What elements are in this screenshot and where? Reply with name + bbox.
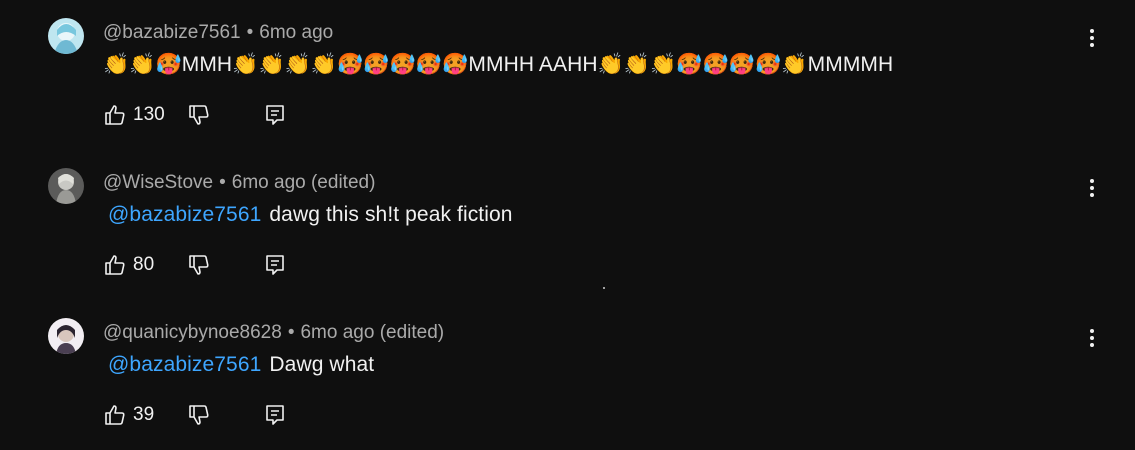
reply-icon[interactable]	[263, 403, 287, 427]
comment-text: @bazabize7561 Dawg what	[108, 353, 374, 377]
avatar[interactable]	[48, 18, 84, 54]
comment-actions: 130	[103, 102, 287, 128]
mention-link[interactable]: @bazabize7561	[108, 353, 261, 376]
comment-time[interactable]: 6mo ago (edited)	[232, 172, 376, 193]
comment-item: @WiseStove • 6mo ago (edited) @bazabize756…	[0, 150, 1135, 300]
like-count: 130	[133, 104, 165, 125]
screen-speck	[603, 287, 605, 289]
comment-item: @quanicybynoe8628 • 6mo ago (edited) @baza…	[0, 300, 1135, 450]
meta-separator: •	[287, 322, 295, 343]
thumbs-down-icon[interactable]	[187, 103, 211, 127]
thumbs-down-icon[interactable]	[187, 403, 211, 427]
more-vert-icon[interactable]	[1082, 176, 1102, 200]
avatar[interactable]	[48, 318, 84, 354]
like-count: 39	[133, 404, 155, 425]
comment-text: @bazabize7561 dawg this sh!t peak fiction	[108, 203, 513, 227]
comment-body: dawg this sh!t peak fiction	[269, 203, 513, 226]
comment-item: @bazabize7561 • 6mo ago 👏👏🥵MMH👏👏👏👏🥵🥵🥵🥵🥵MMH…	[0, 0, 1135, 150]
comment-text: 👏👏🥵MMH👏👏👏👏🥵🥵🥵🥵🥵MMHH AAHH👏👏👏🥵🥵🥵🥵👏MMMMH	[103, 53, 893, 77]
comment-time[interactable]: 6mo ago (edited)	[300, 322, 444, 343]
thumbs-up-icon[interactable]	[103, 403, 127, 427]
author-name[interactable]: @quanicybynoe8628	[103, 322, 282, 343]
meta-separator: •	[219, 172, 226, 193]
meta-separator: •	[246, 22, 254, 43]
author-name[interactable]: @WiseStove	[103, 172, 213, 193]
comment-meta: @quanicybynoe8628 • 6mo ago (edited)	[103, 322, 444, 344]
comment-meta: @WiseStove • 6mo ago (edited)	[103, 172, 375, 194]
comment-time[interactable]: 6mo ago	[259, 22, 333, 43]
reply-icon[interactable]	[263, 103, 287, 127]
mention-link[interactable]: @bazabize7561	[108, 203, 261, 226]
more-vert-icon[interactable]	[1082, 326, 1102, 350]
comment-body: 👏👏🥵MMH👏👏👏👏🥵🥵🥵🥵🥵MMHH AAHH👏👏👏🥵🥵🥵🥵👏MMMMH	[103, 53, 894, 76]
thumbs-up-icon[interactable]	[103, 103, 127, 127]
thumbs-up-icon[interactable]	[103, 253, 127, 277]
comment-actions: 39	[103, 402, 287, 428]
comment-actions: 80	[103, 252, 287, 278]
comment-body: Dawg what	[269, 353, 375, 376]
comment-meta: @bazabize7561 • 6mo ago	[103, 22, 333, 44]
author-name[interactable]: @bazabize7561	[103, 22, 241, 43]
thumbs-down-icon[interactable]	[187, 253, 211, 277]
reply-icon[interactable]	[263, 253, 287, 277]
avatar[interactable]	[48, 168, 84, 204]
like-count: 80	[133, 254, 155, 275]
more-vert-icon[interactable]	[1082, 26, 1102, 50]
